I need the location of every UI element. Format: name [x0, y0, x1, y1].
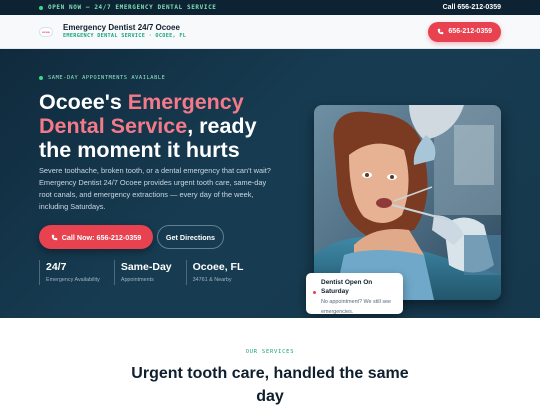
hero-title: Ocoee's Emergency Dental Service, ready … [39, 90, 289, 162]
header-call-label: 656-212-0359 [448, 28, 492, 35]
stat-availability: 24/7 Emergency Availability [39, 260, 100, 285]
dental-patient-illustration [314, 105, 501, 300]
badge-dot-icon [313, 291, 316, 294]
phone-icon [51, 234, 58, 240]
top-bar: OPEN NOW — 24/7 EMERGENCY DENTAL SERVICE… [0, 0, 540, 15]
tag-dot-icon [39, 76, 43, 80]
services-title: Urgent tooth care, handled the same day [131, 365, 409, 405]
stat-value: Ocoee, FL [192, 261, 244, 273]
hero-tag: SAME-DAY APPOINTMENTS AVAILABLE [39, 75, 165, 81]
brand-name: Emergency Dentist 24/7 Ocoee [63, 23, 180, 32]
site-header: ocee Emergency Dentist 24/7 Ocoee EMERGE… [0, 15, 540, 49]
topbar-call-link[interactable]: Call 656-212-0359 [443, 4, 501, 11]
get-directions-button[interactable]: Get Directions [157, 225, 224, 249]
hero-stats: 24/7 Emergency Availability Same-Day App… [39, 260, 257, 285]
stat-appointments: Same-Day Appointments [113, 260, 172, 285]
services-tag: OUR SERVICES [245, 349, 295, 355]
stat-value: Same-Day [120, 261, 172, 273]
hero-section: SAME-DAY APPOINTMENTS AVAILABLE Ocoee's … [0, 49, 540, 318]
stat-value: 24/7 [46, 261, 67, 273]
badge-title: Dentist Open On Saturday [321, 279, 373, 295]
call-now-button[interactable]: Call Now: 656-212-0359 [39, 225, 153, 249]
call-now-label: Call Now: 656-212-0359 [61, 232, 142, 242]
brand-logo: ocee [39, 26, 53, 37]
brand-subtitle: EMERGENCY DENTAL SERVICE · OCOEE, FL [63, 33, 187, 39]
badge-text: No appointment? We still see emergencies… [321, 299, 392, 315]
stat-location: Ocoee, FL 34761 & Nearby [185, 260, 244, 285]
hero-description: Severe toothache, broken tooth, or a den… [39, 166, 271, 211]
stat-label: 34761 & Nearby [192, 277, 232, 283]
phone-icon [438, 28, 444, 35]
open-status-text: OPEN NOW — 24/7 EMERGENCY DENTAL SERVICE [48, 4, 217, 11]
status-dot-icon [39, 5, 43, 10]
dental-patient-photo [314, 105, 501, 300]
brand[interactable]: ocee Emergency Dentist 24/7 Ocoee EMERGE… [39, 23, 186, 40]
stat-label: Appointments [120, 277, 154, 283]
hero-title-part1: Ocoee's [39, 90, 128, 114]
hero-tag-text: SAME-DAY APPOINTMENTS AVAILABLE [48, 75, 166, 81]
open-status: OPEN NOW — 24/7 EMERGENCY DENTAL SERVICE [39, 4, 217, 11]
stat-label: Emergency Availability [46, 277, 100, 283]
saturday-badge: Dentist Open On Saturday No appointment?… [306, 273, 403, 315]
header-call-button[interactable]: 656-212-0359 [428, 21, 501, 42]
